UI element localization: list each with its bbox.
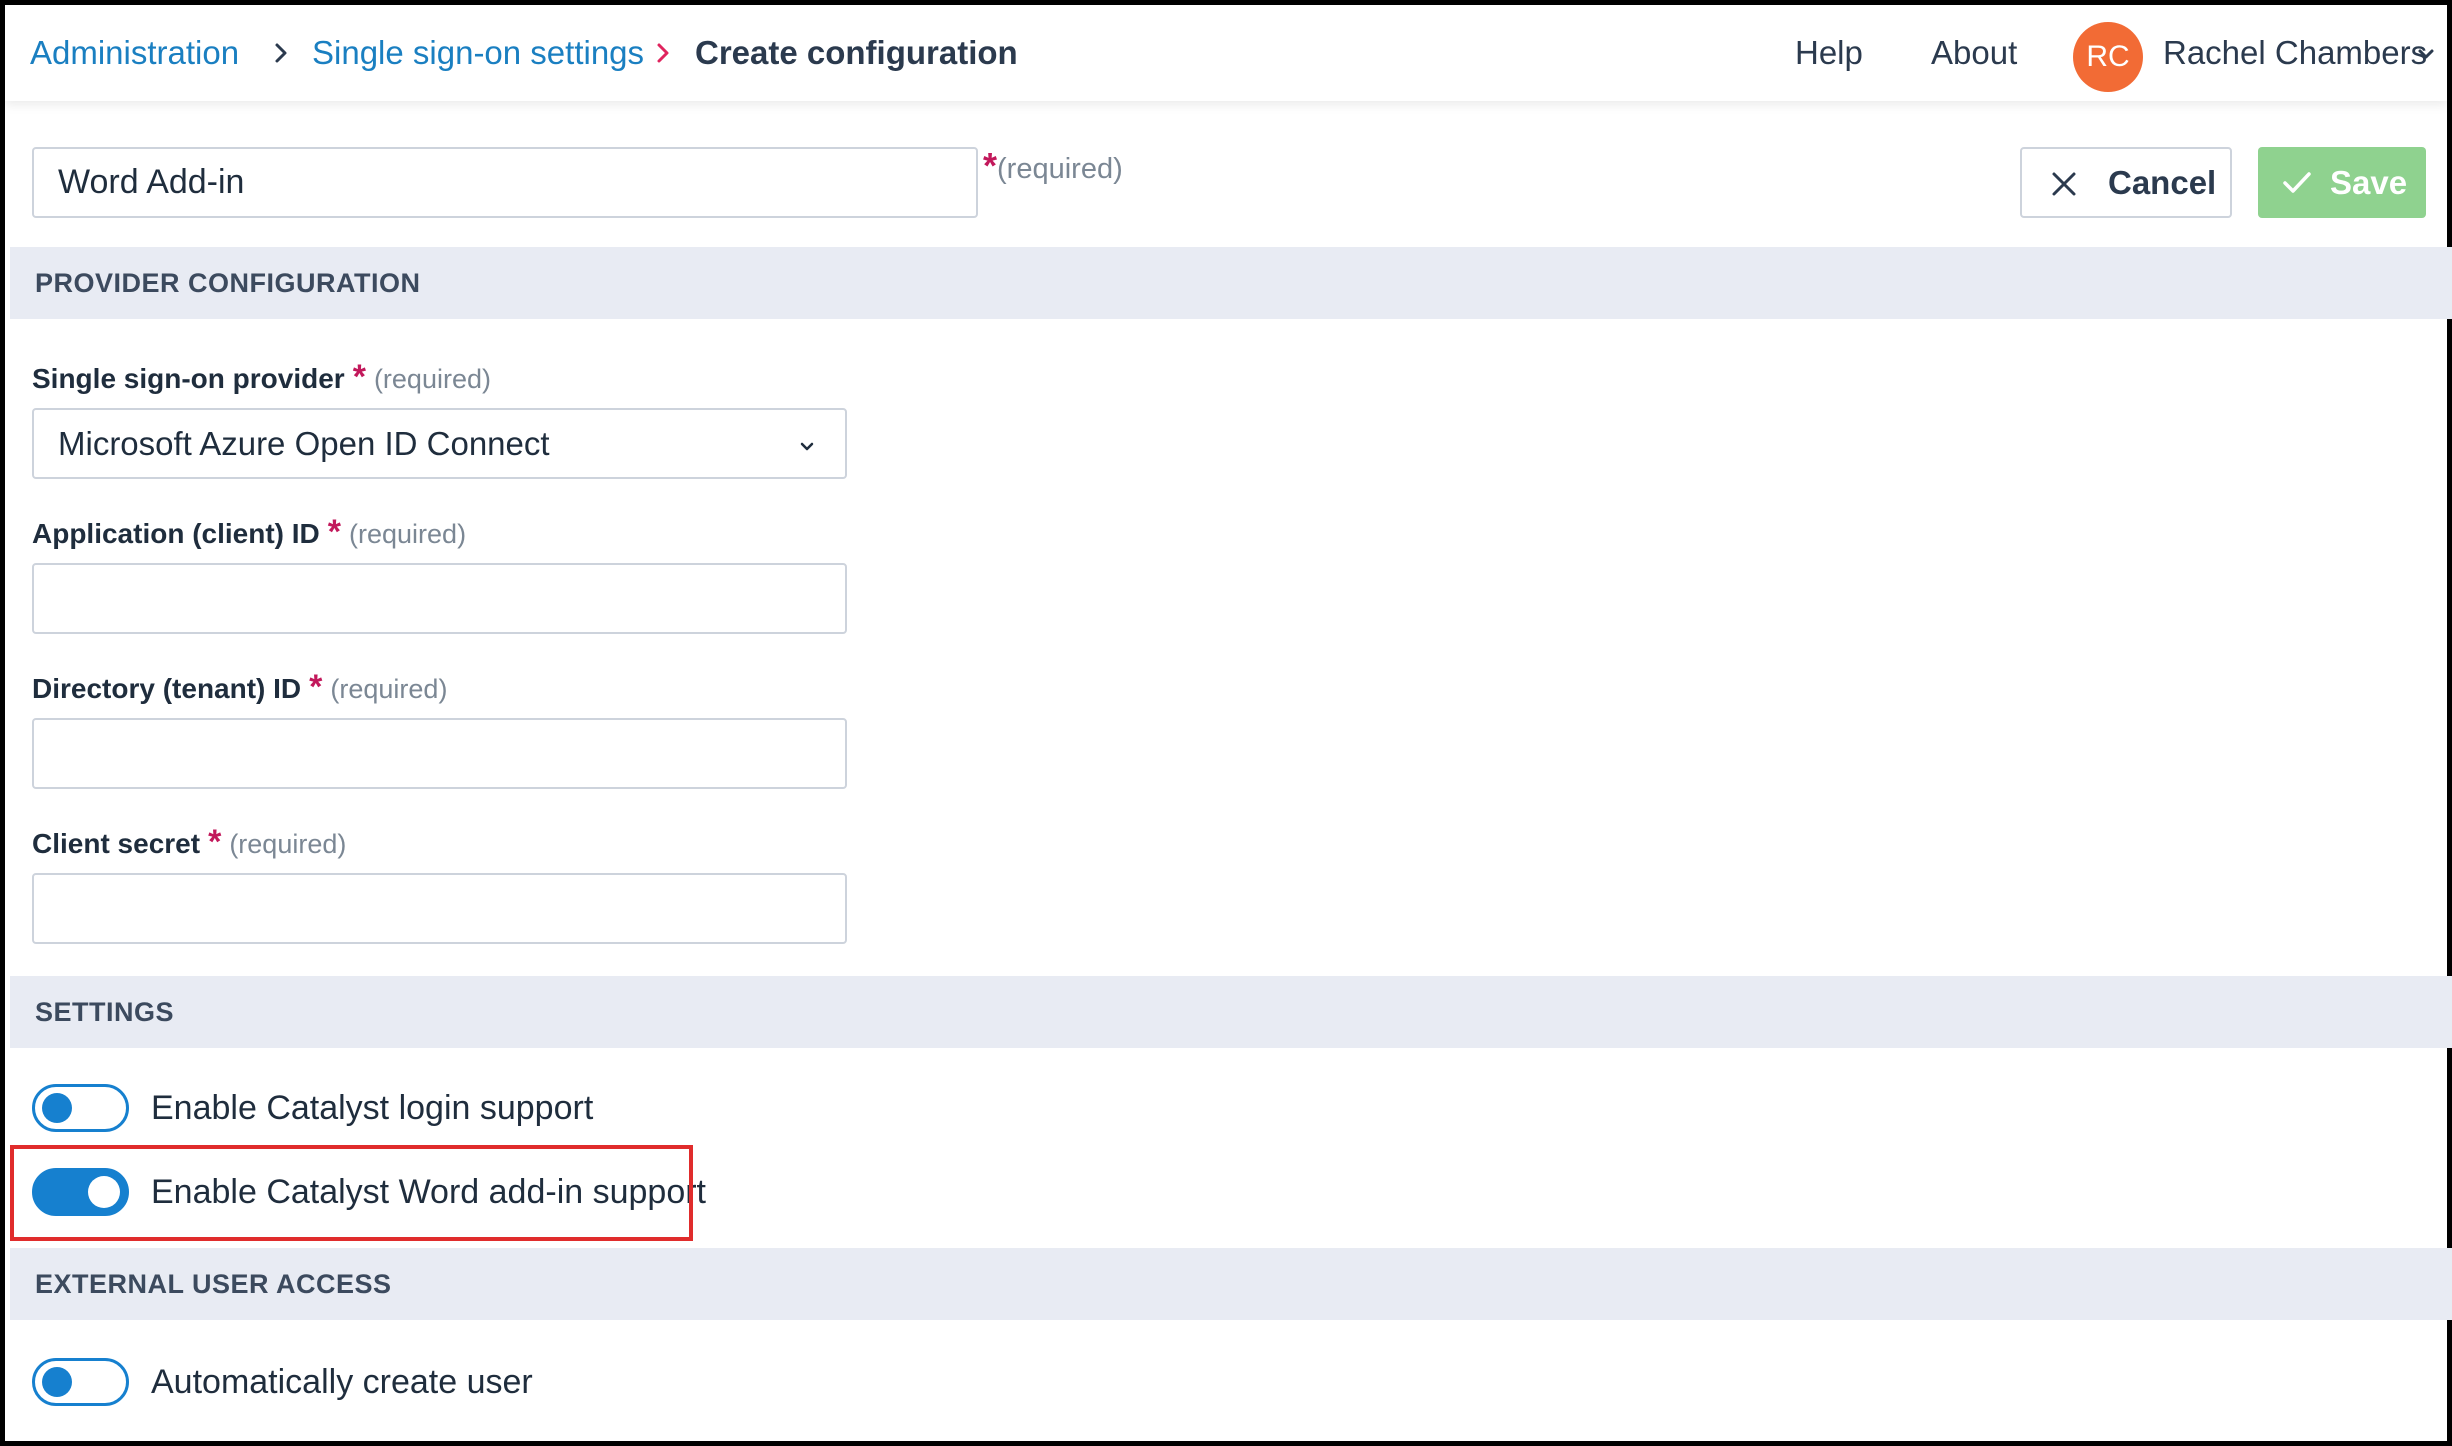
tenant-id-field-label: Directory (tenant) ID * (required)	[32, 667, 447, 709]
required-star: *	[983, 145, 998, 186]
required-text: (required)	[997, 153, 1123, 185]
required-star: *	[309, 668, 323, 706]
breadcrumb-sso-settings[interactable]: Single sign-on settings	[312, 5, 644, 101]
help-link[interactable]: Help	[1795, 5, 1863, 101]
provider-field-label: Single sign-on provider * (required)	[32, 357, 491, 399]
section-title: SETTINGS	[35, 997, 175, 1027]
required-text: (required)	[330, 674, 448, 704]
required-indicator: *(required)	[983, 145, 1123, 190]
required-text: (required)	[373, 364, 491, 394]
required-text: (required)	[349, 519, 467, 549]
configuration-name-input[interactable]	[32, 147, 978, 218]
chevron-right-icon	[275, 43, 287, 63]
chevron-down-icon[interactable]	[2417, 45, 2435, 63]
check-icon	[2283, 172, 2311, 193]
provider-select[interactable]: Microsoft Azure Open ID Connect	[32, 408, 847, 479]
section-title: PROVIDER CONFIGURATION	[35, 268, 421, 298]
client-secret-label-text: Client secret	[32, 828, 201, 859]
section-provider-configuration: PROVIDER CONFIGURATION	[10, 247, 2452, 319]
application-client-id-input[interactable]	[32, 563, 847, 634]
chevron-right-icon	[657, 43, 669, 63]
breadcrumb-administration[interactable]: Administration	[30, 5, 239, 101]
cancel-button[interactable]: Cancel	[2020, 147, 2232, 218]
directory-tenant-id-input[interactable]	[32, 718, 847, 789]
required-star: *	[352, 358, 366, 396]
required-star: *	[327, 513, 342, 551]
section-settings: SETTINGS	[10, 976, 2452, 1048]
app-id-field-label: Application (client) ID * (required)	[32, 512, 466, 554]
page-title: Create configuration	[695, 34, 1018, 71]
app-id-label-text: Application (client) ID	[32, 518, 320, 549]
section-external-user-access: EXTERNAL USER ACCESS	[10, 1248, 2452, 1320]
cancel-label: Cancel	[2108, 164, 2217, 201]
avatar[interactable]: RC	[2073, 22, 2143, 92]
save-label: Save	[2330, 164, 2408, 201]
chevron-down-icon	[800, 442, 814, 451]
top-bar: Administration Single sign-on settings C…	[5, 5, 2447, 101]
tenant-id-label-text: Directory (tenant) ID	[32, 673, 302, 704]
app-window: Administration Single sign-on settings C…	[0, 0, 2452, 1446]
close-icon	[2052, 172, 2076, 196]
section-title: EXTERNAL USER ACCESS	[35, 1269, 392, 1299]
toggle-knob	[42, 1093, 72, 1123]
catalyst-login-toggle[interactable]	[32, 1084, 129, 1132]
client-secret-input[interactable]	[32, 873, 847, 944]
provider-select-value: Microsoft Azure Open ID Connect	[58, 425, 550, 462]
required-star: *	[208, 823, 222, 861]
about-link[interactable]: About	[1931, 5, 2017, 101]
toggle-knob	[42, 1367, 72, 1397]
highlight-box	[10, 1145, 693, 1241]
provider-label-text: Single sign-on provider	[32, 363, 345, 394]
user-menu-name[interactable]: Rachel Chambers	[2163, 5, 2427, 101]
client-secret-field-label: Client secret * (required)	[32, 822, 346, 864]
save-button[interactable]: Save	[2258, 147, 2426, 218]
required-text: (required)	[229, 829, 347, 859]
catalyst-login-label: Enable Catalyst login support	[151, 1089, 594, 1127]
auto-create-user-toggle[interactable]	[32, 1358, 129, 1406]
auto-create-user-label: Automatically create user	[151, 1363, 533, 1401]
